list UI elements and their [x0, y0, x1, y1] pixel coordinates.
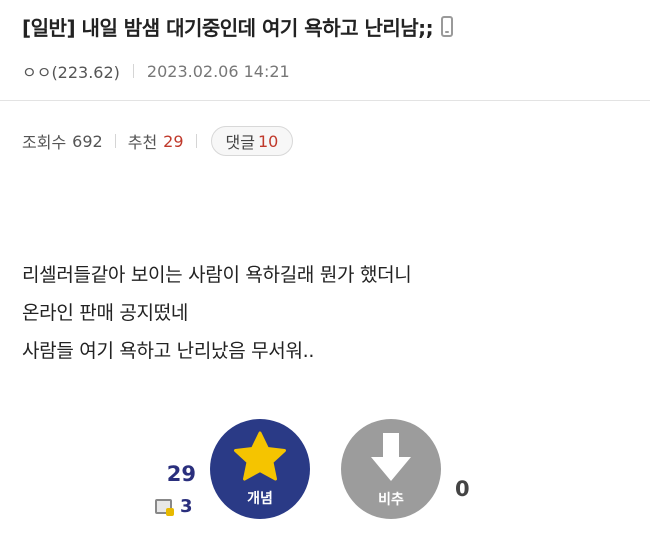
title-row: [일반] 내일 밤샘 대기중인데 여기 욕하고 난리남;; — [22, 12, 454, 41]
recommend-label: 추천 — [127, 133, 158, 152]
fixed-member-row: 3 — [155, 496, 193, 517]
upvote-count: 29 — [166, 462, 196, 486]
post-body-line: 온라인 판매 공지떴네 — [22, 302, 189, 324]
post-body: 리셀러들같아 보이는 사람이 욕하길래 뭔가 했더니 온라인 판매 공지떴네 사… — [22, 256, 412, 370]
down-arrow-icon — [371, 433, 411, 481]
views-count: 692 — [72, 131, 103, 151]
post-date: 2023.02.06 14:21 — [146, 61, 290, 81]
upvote-label: 개념 — [247, 491, 273, 507]
post-stats: 조회수 692 추천 29 댓글 10 — [22, 126, 294, 156]
recommend-count: 29 — [163, 131, 184, 151]
post-writer[interactable]: ㅇㅇ(223.62) — [22, 59, 120, 83]
post-body-line: 리셀러들같아 보이는 사람이 욕하길래 뭔가 했더니 — [22, 264, 412, 286]
comment-button[interactable]: 댓글 10 — [210, 126, 294, 156]
post-meta: ㅇㅇ(223.62) 2023.02.06 14:21 — [22, 59, 290, 83]
divider — [114, 134, 116, 148]
post-header: [일반] 내일 밤샘 대기중인데 여기 욕하고 난리남;; ㅇㅇ(223.62)… — [0, 0, 650, 101]
fixed-member-count: 3 — [180, 496, 193, 517]
downvote-count: 0 — [455, 477, 470, 501]
comment-label: 댓글 — [225, 133, 255, 152]
star-icon — [234, 431, 286, 481]
fixed-member-icon — [155, 499, 174, 516]
divider — [132, 64, 134, 78]
post-title: [일반] 내일 밤샘 대기중인데 여기 욕하고 난리남;; — [22, 16, 434, 40]
comment-count: 10 — [257, 131, 279, 151]
mobile-phone-icon — [441, 16, 454, 37]
downvote-label: 비추 — [378, 492, 404, 508]
upvote-button[interactable]: 개념 — [210, 419, 310, 519]
divider — [195, 134, 197, 148]
post-body-line: 사람들 여기 욕하고 난리났음 무서워.. — [22, 340, 315, 362]
views-label: 조회수 — [22, 133, 67, 152]
vote-area: 29 3 개념 비추 0 — [0, 415, 650, 542]
downvote-button[interactable]: 비추 — [341, 419, 441, 519]
